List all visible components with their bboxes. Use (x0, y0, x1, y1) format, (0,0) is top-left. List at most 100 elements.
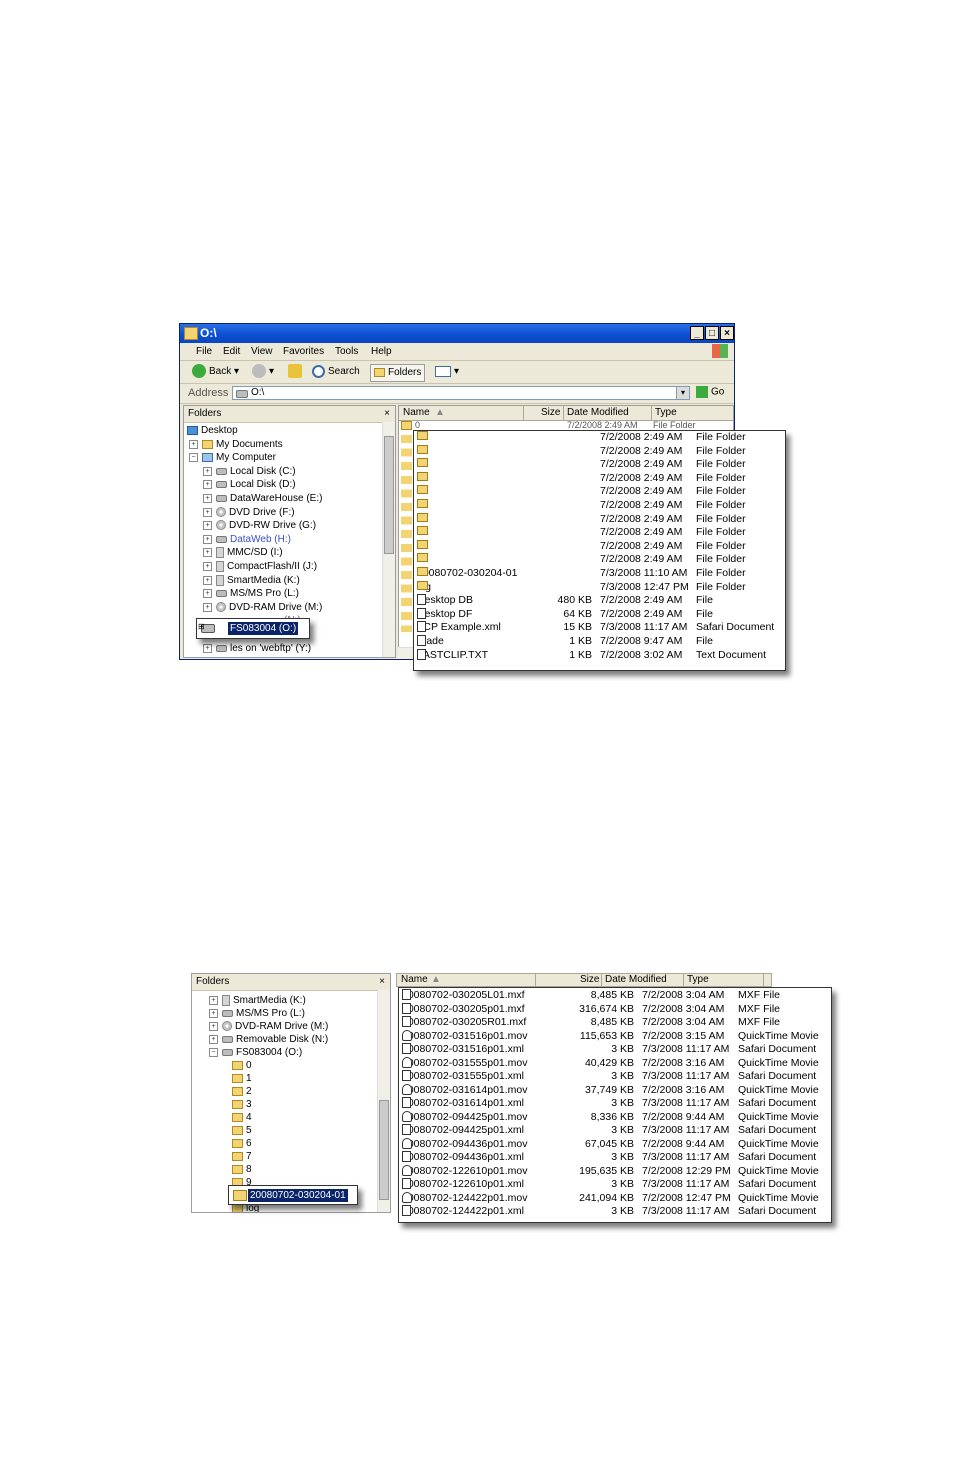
column-size[interactable]: Size (580, 974, 599, 986)
menu-tools[interactable]: Tools (335, 346, 358, 357)
list-item[interactable]: 20080702-030205R01.mxf 8,485 KB 7/2/2008 3… (399, 1016, 831, 1029)
tree-item-folder[interactable]: 6 (232, 1137, 252, 1150)
expand-icon[interactable]: + (209, 1021, 218, 1031)
tree-item-drive[interactable]: + DVD-RW Drive (G:) (203, 519, 316, 532)
expand-icon[interactable]: + (203, 575, 212, 585)
list-item[interactable]: 20080702-124422p01.xml 3 KB 7/3/2008 11:17… (399, 1205, 831, 1218)
tree-item-drive[interactable]: + MMC/SD (I:) (203, 546, 283, 559)
go-button[interactable]: Go (696, 386, 724, 398)
menu-view[interactable]: View (251, 346, 273, 357)
tree-item-folder[interactable]: 4 (232, 1111, 252, 1124)
list-item[interactable]: 20080702-031555p01.mov 40,429 KB 7/2/2008 … (399, 1056, 831, 1070)
tree-item-folder[interactable]: 0 (232, 1059, 252, 1072)
expand-icon[interactable]: + (203, 547, 212, 557)
close-button[interactable]: × (720, 326, 734, 340)
list-item[interactable]: 20080702-094436p01.mov 67,045 KB 7/2/2008 … (399, 1137, 831, 1151)
list-item[interactable]: 20080702-124422p01.mov 241,094 KB 7/2/2008… (399, 1191, 831, 1205)
tree-item-folder[interactable]: 5 (232, 1124, 252, 1137)
column-divider[interactable] (601, 974, 602, 986)
tree-item-drive[interactable]: + DataWareHouse (E:) (203, 492, 322, 505)
list-item[interactable]: 7 7/2/2008 2:49 AM File Folder (414, 526, 785, 539)
menu-help[interactable]: Help (371, 346, 392, 357)
tree-item-drive[interactable]: + DVD-RAM Drive (M:) (203, 601, 322, 614)
list-item[interactable]: 0 7/2/2008 2:49 AM File Folder (401, 420, 696, 431)
tree-item-network-drive[interactable]: + les on 'webftp' (Y:) (203, 642, 311, 655)
menu-edit[interactable]: Edit (223, 346, 240, 357)
tree-item-drive[interactable]: + DVD Drive (F:) (203, 506, 295, 519)
column-date[interactable]: Date Modified (605, 974, 667, 986)
column-divider[interactable] (563, 406, 564, 420)
list-item[interactable]: 20080702-030204-01 7/3/2008 11:10 AM File … (414, 567, 785, 580)
collapse-icon[interactable]: − (209, 1047, 218, 1057)
forward-button[interactable]: ▾ (252, 364, 274, 380)
tree-item-drive[interactable]: + SmartMedia (K:) (203, 574, 300, 587)
expand-icon[interactable]: + (203, 561, 212, 571)
expand-icon[interactable]: + (209, 995, 218, 1005)
expand-icon[interactable]: + (203, 643, 212, 653)
tree-item-drive[interactable]: + SmartMedia (K:) (209, 994, 306, 1007)
expand-icon[interactable]: + (203, 507, 212, 517)
search-button[interactable]: Search (312, 364, 360, 380)
expand-icon[interactable]: + (203, 588, 212, 598)
collapse-icon[interactable]: − (189, 452, 198, 462)
list-item[interactable]: 3 7/2/2008 2:49 AM File Folder (414, 471, 785, 485)
column-date[interactable]: Date Modified (567, 406, 629, 420)
tree-scrollbar[interactable] (377, 990, 390, 1212)
tree-item-drive[interactable]: + MS/MS Pro (L:) (203, 587, 299, 600)
tree-item-folder[interactable]: 8 (232, 1163, 252, 1176)
column-type[interactable]: Type (687, 974, 709, 986)
list-item[interactable]: 20080702-031614p01.xml 3 KB 7/3/2008 11:17… (399, 1097, 831, 1110)
list-item[interactable]: 20080702-030205L01.mxf 8,485 KB 7/2/2008 3… (399, 989, 831, 1002)
tree-item-drive[interactable]: + CompactFlash/II (J:) (203, 560, 317, 573)
back-button[interactable]: Back ▾ (192, 364, 239, 380)
column-divider[interactable] (535, 974, 536, 986)
title-bar[interactable]: O:\ _ □ × (180, 324, 734, 343)
menu-file[interactable]: File (196, 346, 212, 357)
list-item[interactable]: FCP Example.xml 15 KB 7/3/2008 11:17 AM Saf… (414, 621, 785, 634)
tree-item-drive[interactable]: + Removable Disk (N:) (209, 1033, 328, 1046)
list-item[interactable]: 20080702-122610p01.mov 195,635 KB 7/2/2008… (399, 1164, 831, 1178)
tree-item-drive[interactable]: + Local Disk (D:) (203, 478, 296, 491)
tree-item-my-documents[interactable]: + My Documents (189, 438, 283, 451)
column-divider[interactable] (763, 974, 764, 986)
tree-item-folder[interactable]: 7 (232, 1150, 252, 1163)
tree-item-drive[interactable]: + DataWeb (H:) (203, 533, 291, 546)
expand-icon[interactable]: + (209, 1034, 218, 1044)
expand-icon[interactable]: + (203, 466, 212, 476)
tree-item-drive[interactable]: − FS083004 (O:) (209, 1046, 302, 1059)
list-item[interactable]: LASTCLIP.TXT 1 KB 7/2/2008 3:02 AM Text Doc… (414, 648, 785, 662)
address-dropdown[interactable]: ▾ (676, 387, 689, 399)
list-item[interactable]: Desktop DF 64 KB 7/2/2008 2:49 AM File (414, 607, 785, 621)
views-button[interactable]: ▾ (435, 364, 459, 380)
scrollbar-thumb[interactable] (384, 436, 394, 554)
column-divider[interactable] (651, 406, 652, 420)
expand-icon[interactable]: + (203, 479, 212, 489)
expand-icon[interactable]: + (203, 602, 212, 612)
expand-icon[interactable]: + (203, 493, 212, 503)
list-item[interactable]: 20080702-094425p01.xml 3 KB 7/3/2008 11:17… (399, 1124, 831, 1137)
list-item[interactable]: 8 7/2/2008 2:49 AM File Folder (414, 539, 785, 553)
tree-item-drive[interactable]: + Local Disk (C:) (203, 465, 296, 478)
list-item[interactable]: 20080702-094425p01.mov 8,336 KB 7/2/2008 9… (399, 1110, 831, 1124)
scrollbar-thumb[interactable] (379, 1100, 389, 1200)
list-item[interactable]: 0 7/2/2008 2:49 AM File Folder (414, 431, 785, 444)
tree-item-folder[interactable]: 1 (232, 1072, 252, 1085)
list-item[interactable]: 20080702-031614p01.mov 37,749 KB 7/2/2008 … (399, 1083, 831, 1097)
expand-icon[interactable]: ⊞ (198, 622, 205, 631)
tree-item-folder[interactable]: 3 (232, 1098, 252, 1111)
list-item[interactable]: 20080702-031516p01.xml 3 KB 7/3/2008 11:17… (399, 1043, 831, 1056)
list-item[interactable]: 20080702-031555p01.xml 3 KB 7/3/2008 11:17… (399, 1070, 831, 1083)
expand-icon[interactable]: + (209, 1008, 218, 1018)
address-input[interactable]: O:\ ▾ (232, 386, 690, 400)
list-item[interactable]: 2 7/2/2008 2:49 AM File Folder (414, 458, 785, 471)
tree-item-drive[interactable]: + MS/MS Pro (L:) (209, 1007, 305, 1020)
minimize-button[interactable]: _ (690, 326, 704, 340)
list-item[interactable]: 6 7/2/2008 2:49 AM File Folder (414, 512, 785, 526)
list-item[interactable]: log 7/3/2008 12:47 PM File Folder (414, 580, 785, 594)
column-divider[interactable] (523, 406, 524, 420)
tree-item-drive[interactable]: + DVD-RAM Drive (M:) (209, 1020, 328, 1033)
tree-item-my-computer[interactable]: − My Computer (189, 451, 276, 464)
menu-favorites[interactable]: Favorites (283, 346, 324, 357)
close-pane-button[interactable]: × (379, 974, 385, 990)
list-item[interactable]: 5 7/2/2008 2:49 AM File Folder (414, 499, 785, 512)
